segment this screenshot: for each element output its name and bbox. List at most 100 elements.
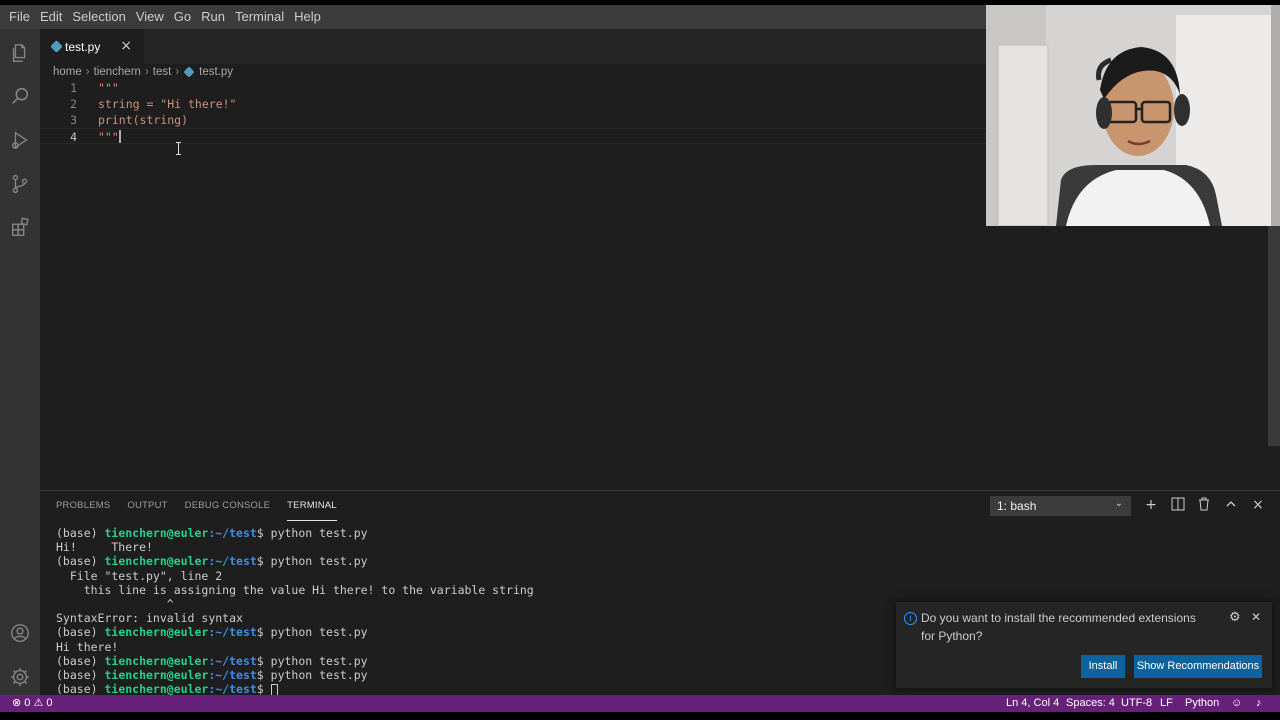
problems-status[interactable]: ⊗ 0 ⚠ 0 [12, 695, 53, 712]
menu-edit[interactable]: Edit [35, 5, 67, 29]
breadcrumb-item[interactable]: test [153, 66, 172, 78]
prompt-command: python test.py [270, 625, 368, 640]
terminal-prompt-line: (base) tienchern@euler:~/test$ python te… [56, 654, 976, 668]
prompt-command: python test.py [270, 667, 368, 682]
line-number: 2 [70, 97, 77, 111]
terminal-prompt-line: (base) tienchern@euler:~/test$ python te… [56, 668, 976, 682]
prompt-path: :~/test [208, 682, 257, 697]
breadcrumb-item[interactable]: home [53, 66, 82, 78]
terminal-output-line: ^ [56, 596, 174, 611]
prompt-env: (base) [56, 625, 105, 640]
prompt-dollar: $ [256, 653, 271, 668]
cursor-position[interactable]: Ln 4, Col 4 [1006, 695, 1059, 712]
terminal-output-line: Hi there! [56, 639, 119, 654]
line-text: string = "Hi there!" [98, 97, 237, 111]
prompt-path: :~/test [208, 554, 257, 569]
prompt-user: tienchern@euler [104, 554, 209, 569]
chevron-right-icon: › [85, 66, 90, 78]
terminal-prompt-line: (base) tienchern@euler:~/test$ python te… [56, 526, 976, 540]
prompt-env: (base) [56, 667, 105, 682]
terminal-output-line: Hi! There! [56, 540, 153, 555]
line-text: print(string) [98, 113, 189, 127]
person-image [986, 5, 1280, 226]
run-debug-icon[interactable] [8, 128, 32, 152]
tab-test-py[interactable]: test.py × [40, 29, 144, 64]
vscode-window: File Edit Selection View Go Run Terminal… [0, 5, 1280, 712]
new-terminal-icon[interactable]: + [1143, 497, 1159, 513]
prompt-env: (base) [56, 653, 105, 668]
menu-run[interactable]: Run [196, 5, 230, 29]
chevron-down-icon: ⌄ [1114, 498, 1123, 509]
python-file-icon [50, 40, 63, 53]
status-bar: ⊗ 0 ⚠ 0 Ln 4, Col 4 Spaces: 4 UTF-8 LF P… [0, 695, 1280, 712]
info-icon: i [904, 612, 917, 625]
terminal-output[interactable]: (base) tienchern@euler:~/test$ python te… [56, 526, 976, 696]
close-icon[interactable]: × [120, 39, 132, 53]
chevron-right-icon: › [175, 66, 180, 78]
warning-icon: ⚠ [33, 697, 44, 709]
prompt-path: :~/test [208, 667, 257, 682]
python-file-icon [183, 66, 195, 78]
menu-file[interactable]: File [4, 5, 35, 29]
breadcrumb-item[interactable]: tienchern [94, 66, 141, 78]
chevron-right-icon: › [144, 66, 149, 78]
account-icon[interactable] [8, 621, 32, 645]
indentation[interactable]: Spaces: 4 [1066, 695, 1115, 712]
terminal-output-line: SyntaxError: invalid syntax [56, 611, 243, 626]
show-recommendations-button[interactable]: Show Recommendations [1134, 655, 1262, 678]
menu-help[interactable]: Help [289, 5, 326, 29]
menu-selection[interactable]: Selection [67, 5, 130, 29]
window-edge-scrollbar[interactable] [1268, 225, 1280, 446]
code-line: 1 """ [40, 80, 986, 96]
install-button[interactable]: Install [1081, 655, 1125, 678]
text-cursor [119, 130, 121, 143]
terminal-select-value: 1: bash [997, 499, 1037, 513]
menu-go[interactable]: Go [169, 5, 196, 29]
line-text: """ [98, 81, 119, 95]
prompt-env: (base) [56, 526, 105, 540]
close-icon[interactable]: ✕ [1251, 610, 1261, 624]
panel-tabs: PROBLEMS OUTPUT DEBUG CONSOLE TERMINAL [56, 491, 354, 521]
feedback-icon[interactable]: ☺ [1231, 695, 1242, 712]
line-number: 1 [70, 81, 77, 95]
tab-debug-console[interactable]: DEBUG CONSOLE [185, 492, 270, 520]
encoding[interactable]: UTF-8 [1121, 695, 1152, 712]
code-line: 3 print(string) [40, 112, 986, 128]
line-number: 4 [70, 130, 77, 144]
terminal-output-line: this line is assigning the value Hi ther… [56, 582, 534, 597]
extensions-icon[interactable] [8, 215, 32, 239]
tab-terminal[interactable]: TERMINAL [287, 492, 337, 521]
gear-icon[interactable]: ⚙ [1229, 610, 1241, 625]
prompt-dollar: $ [256, 625, 271, 640]
breadcrumb-item[interactable]: test.py [199, 66, 233, 78]
trash-icon[interactable] [1196, 497, 1212, 513]
maximize-panel-icon[interactable] [1223, 497, 1239, 513]
tab-output[interactable]: OUTPUT [127, 492, 167, 520]
split-terminal-icon[interactable] [1170, 497, 1186, 513]
prompt-command: python test.py [270, 653, 368, 668]
terminal-prompt-line: (base) tienchern@euler:~/test$ python te… [56, 554, 976, 568]
search-icon[interactable] [8, 84, 32, 108]
language-mode[interactable]: Python [1185, 695, 1219, 712]
prompt-command: python test.py [270, 526, 368, 540]
terminal-select[interactable]: 1: bash ⌄ [990, 496, 1131, 516]
menu-view[interactable]: View [131, 5, 169, 29]
files-icon[interactable] [8, 41, 32, 65]
bell-icon[interactable]: ♪ [1256, 695, 1262, 712]
error-count: 0 [24, 697, 31, 709]
menu-terminal[interactable]: Terminal [230, 5, 289, 29]
warning-count: 0 [46, 697, 53, 709]
close-panel-icon[interactable]: × [1250, 497, 1266, 513]
prompt-path: :~/test [208, 526, 257, 540]
line-number: 3 [70, 113, 77, 127]
prompt-dollar: $ [256, 554, 271, 569]
end-of-line[interactable]: LF [1160, 695, 1173, 712]
terminal-cursor [270, 683, 278, 696]
error-icon: ⊗ [12, 697, 22, 709]
source-control-icon[interactable] [8, 172, 32, 196]
terminal-output-line: File "test.py", line 2 [56, 568, 223, 583]
tab-problems[interactable]: PROBLEMS [56, 492, 110, 520]
extension-recommendation-toast: i Do you want to install the recommended… [896, 602, 1272, 688]
settings-gear-icon[interactable] [8, 665, 32, 689]
prompt-user: tienchern@euler [104, 653, 209, 668]
